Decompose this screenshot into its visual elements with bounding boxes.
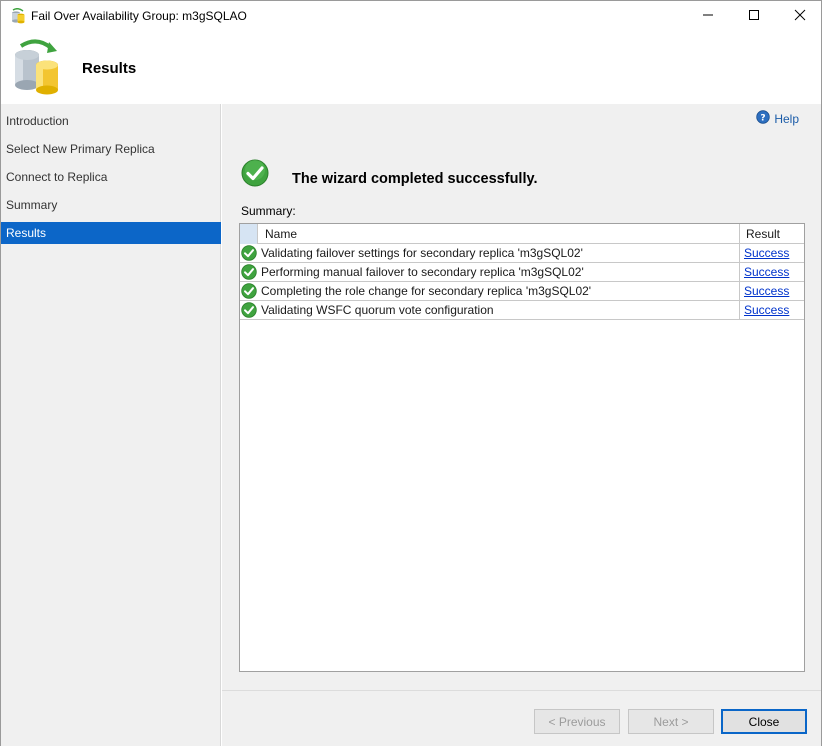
help-icon: ?: [756, 110, 770, 127]
result-link[interactable]: Success: [744, 246, 789, 260]
row-name: Performing manual failover to secondary …: [261, 265, 584, 279]
success-check-icon: [241, 159, 269, 190]
summary-label: Summary:: [241, 204, 296, 218]
wizard-footer: < Previous Next > Close: [222, 690, 821, 746]
title-bar[interactable]: Fail Over Availability Group: m3gSQLAO: [0, 0, 822, 30]
close-window-button[interactable]: [777, 1, 822, 31]
minimize-icon: [702, 9, 714, 24]
column-divider[interactable]: [739, 224, 740, 244]
result-link[interactable]: Success: [744, 265, 789, 279]
svg-text:?: ?: [761, 114, 766, 124]
column-divider: [739, 244, 740, 263]
row-name: Validating failover settings for seconda…: [261, 246, 583, 260]
success-icon: [241, 302, 257, 318]
column-divider: [739, 263, 740, 282]
wizard-header: Results: [1, 30, 821, 104]
nav-item-results[interactable]: Results: [1, 222, 221, 244]
app-icon: [10, 8, 26, 24]
table-row[interactable]: Completing the role change for secondary…: [240, 282, 804, 301]
page-title: Results: [82, 60, 136, 77]
nav-item-summary[interactable]: Summary: [1, 194, 221, 216]
nav-item-introduction[interactable]: Introduction: [1, 110, 221, 132]
close-icon: [794, 9, 806, 24]
database-replica-icon: [11, 38, 63, 96]
minimize-button[interactable]: [685, 1, 731, 31]
nav-item-select-new-primary-replica[interactable]: Select New Primary Replica: [1, 138, 221, 160]
status-message: The wizard completed successfully.: [292, 171, 538, 187]
success-icon: [241, 283, 257, 299]
result-link[interactable]: Success: [744, 284, 789, 298]
column-header-result[interactable]: Result: [746, 227, 780, 241]
row-selector-header[interactable]: [240, 224, 258, 244]
help-link[interactable]: ? Help: [756, 110, 799, 127]
results-table[interactable]: Name Result Validating failover settings…: [239, 223, 805, 672]
table-header: Name Result: [240, 224, 804, 244]
window-title: Fail Over Availability Group: m3gSQLAO: [31, 9, 247, 23]
nav-item-connect-to-replica[interactable]: Connect to Replica: [1, 166, 221, 188]
row-name: Completing the role change for secondary…: [261, 284, 591, 298]
result-link[interactable]: Success: [744, 303, 789, 317]
results-panel: ? Help The wizard completed successfully…: [222, 104, 821, 690]
maximize-icon: [748, 9, 760, 24]
close-button[interactable]: Close: [721, 709, 807, 734]
help-label: Help: [774, 112, 799, 126]
column-divider: [739, 301, 740, 320]
table-row[interactable]: Validating failover settings for seconda…: [240, 244, 804, 263]
success-icon: [241, 245, 257, 261]
success-icon: [241, 264, 257, 280]
maximize-button[interactable]: [731, 1, 777, 31]
column-divider: [739, 282, 740, 301]
row-name: Validating WSFC quorum vote configuratio…: [261, 303, 494, 317]
next-button[interactable]: Next >: [628, 709, 714, 734]
wizard-nav: Introduction Select New Primary Replica …: [1, 104, 221, 746]
column-header-name[interactable]: Name: [265, 227, 297, 241]
previous-button[interactable]: < Previous: [534, 709, 620, 734]
table-row[interactable]: Validating WSFC quorum vote configuratio…: [240, 301, 804, 320]
table-row[interactable]: Performing manual failover to secondary …: [240, 263, 804, 282]
status-area: [241, 159, 269, 190]
